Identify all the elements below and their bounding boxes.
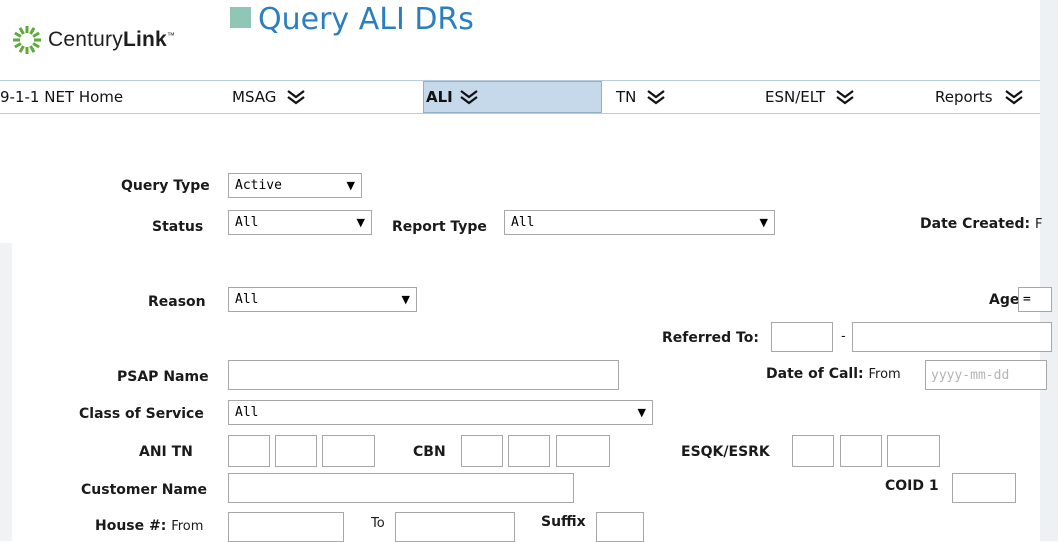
query-type-select[interactable]: Active ▼ — [228, 173, 362, 198]
page-edge-strip-left — [0, 243, 12, 541]
age-operator-select[interactable]: = — [1018, 287, 1052, 312]
coid1-input[interactable] — [952, 473, 1016, 503]
centurylink-logo[interactable]: CenturyLink™ — [12, 22, 175, 58]
referred-to-separator: - — [841, 329, 846, 344]
double-chevron-down-icon — [1004, 90, 1023, 105]
title-square-icon — [230, 7, 251, 28]
status-label: Status — [152, 219, 204, 235]
dropdown-arrow-icon: ▼ — [401, 293, 410, 306]
class-of-service-select[interactable]: All ▼ — [228, 400, 653, 425]
report-type-label: Report Type — [392, 219, 487, 235]
brand-name: CenturyLink™ — [48, 28, 176, 51]
nav-item-ali[interactable]: ALI — [423, 81, 602, 113]
centurylink-logo-icon — [13, 26, 41, 54]
suffix-label: Suffix — [541, 514, 586, 530]
report-type-select[interactable]: All ▼ — [504, 210, 775, 235]
psap-name-input[interactable] — [228, 360, 619, 390]
referred-to-label: Referred To: — [662, 330, 759, 346]
class-of-service-label: Class of Service — [79, 406, 204, 422]
query-type-label: Query Type — [121, 178, 210, 194]
nav-item-home[interactable]: 9-1-1 NET Home — [0, 81, 123, 113]
dropdown-arrow-icon: ▼ — [356, 216, 365, 229]
ani-tn-label: ANI TN — [139, 444, 193, 460]
nav-item-esn-elt[interactable]: ESN/ELT — [765, 81, 855, 113]
nav-divider-bottom — [0, 113, 1040, 114]
nav-item-tn[interactable]: TN — [616, 81, 666, 113]
house-number-to-label: To — [371, 516, 385, 531]
cbn-prefix-input[interactable] — [508, 435, 550, 467]
ani-tn-line-input[interactable] — [322, 435, 375, 467]
dropdown-arrow-icon: ▼ — [759, 216, 768, 229]
nav-item-msag[interactable]: MSAG — [232, 81, 306, 113]
cbn-label: CBN — [413, 444, 446, 460]
esqk-prefix-input[interactable] — [840, 435, 882, 467]
customer-name-input[interactable] — [228, 473, 574, 503]
double-chevron-down-icon — [836, 90, 854, 105]
date-created-label: Date Created: F — [920, 216, 1043, 232]
psap-name-label: PSAP Name — [117, 369, 209, 385]
referred-to-input-1[interactable] — [771, 322, 833, 352]
house-number-to-input[interactable] — [395, 512, 515, 542]
double-chevron-down-icon — [647, 90, 666, 105]
status-select[interactable]: All ▼ — [228, 210, 372, 235]
suffix-input[interactable] — [596, 512, 644, 542]
customer-name-label: Customer Name — [81, 482, 207, 498]
cbn-line-input[interactable] — [556, 435, 610, 467]
reason-select[interactable]: All ▼ — [228, 287, 417, 312]
esqk-line-input[interactable] — [887, 435, 940, 467]
house-number-label: House #: From — [95, 518, 204, 534]
ani-tn-prefix-input[interactable] — [275, 435, 317, 467]
coid1-label: COID 1 — [885, 478, 939, 494]
reason-label: Reason — [148, 294, 206, 310]
page-title: Query ALI DRs — [258, 2, 474, 37]
esqk-esrk-label: ESQK/ESRK — [681, 444, 770, 460]
double-chevron-down-icon — [287, 90, 306, 105]
date-of-call-from-input[interactable] — [925, 360, 1047, 390]
house-number-from-input[interactable] — [228, 512, 344, 542]
dropdown-arrow-icon: ▼ — [346, 179, 355, 192]
date-of-call-label: Date of Call: From — [766, 366, 901, 382]
esqk-area-input[interactable] — [792, 435, 834, 467]
double-chevron-down-icon — [460, 90, 478, 105]
ani-tn-area-input[interactable] — [228, 435, 270, 467]
page-edge-strip — [1040, 0, 1058, 541]
dropdown-arrow-icon: ▼ — [637, 406, 646, 419]
cbn-area-input[interactable] — [461, 435, 503, 467]
nav-item-reports[interactable]: Reports — [935, 81, 1024, 113]
age-label: Age — [989, 292, 1020, 308]
referred-to-input-2[interactable] — [852, 322, 1052, 352]
